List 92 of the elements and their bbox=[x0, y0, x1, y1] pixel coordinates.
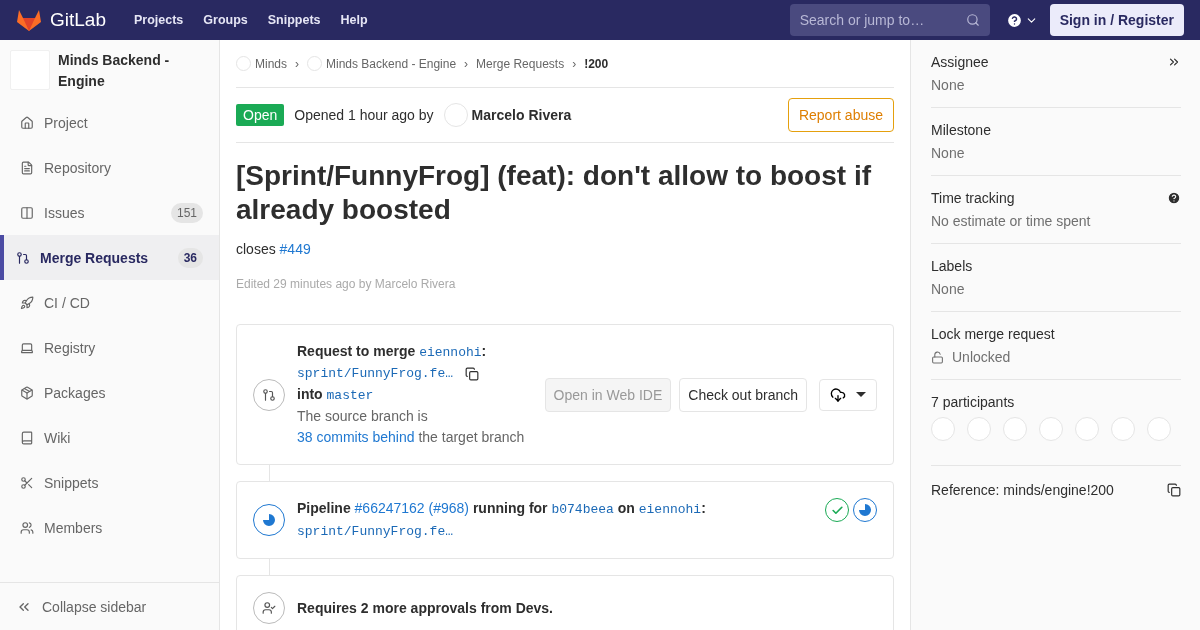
block-value: None bbox=[931, 77, 965, 93]
nav-link[interactable]: Projects bbox=[134, 13, 184, 27]
pipeline-link[interactable]: #66247162 (#968) bbox=[354, 500, 469, 516]
breadcrumb-link[interactable]: Merge Requests bbox=[476, 56, 565, 71]
sidebar-item-label: Packages bbox=[44, 384, 107, 401]
project-name[interactable]: Minds Backend - Engine bbox=[58, 50, 209, 92]
issue-link[interactable]: #449 bbox=[279, 241, 311, 257]
block-title: Time tracking bbox=[931, 190, 1015, 206]
avatar-circle bbox=[443, 103, 468, 127]
breadcrumb-separator: › bbox=[464, 56, 469, 71]
sidebar-item-label: Project bbox=[44, 114, 89, 131]
laptop-icon bbox=[20, 340, 34, 355]
sidebar-item[interactable]: Registry bbox=[0, 325, 219, 370]
logo-text[interactable]: GitLab bbox=[50, 9, 106, 31]
sidebar-item-label: Merge Requests bbox=[40, 249, 150, 266]
sign-in-button[interactable]: Sign in / Register bbox=[1049, 4, 1184, 36]
sidebar-item[interactable]: Issues 151 bbox=[0, 190, 219, 235]
help-icon bbox=[1005, 11, 1023, 29]
sidebar-item-label: Members bbox=[44, 519, 104, 536]
count-badge: 151 bbox=[170, 202, 203, 223]
sidebar-item-label: Repository bbox=[44, 159, 112, 176]
book-icon bbox=[20, 430, 34, 445]
merge-request-text: Request to merge eiennohi: bbox=[297, 342, 488, 362]
edited-text: Edited 29 minutes ago by Marcelo Rivera bbox=[236, 277, 457, 291]
description-text: closes #449 bbox=[236, 241, 312, 257]
running-stage-icon[interactable] bbox=[853, 498, 877, 522]
sidebar-item[interactable]: Members bbox=[0, 505, 219, 550]
block-title: Lock merge request bbox=[931, 326, 1055, 342]
sidebar-item-label: Wiki bbox=[44, 429, 72, 446]
scissors-icon bbox=[20, 475, 34, 490]
sidebar-item[interactable]: Packages bbox=[0, 370, 219, 415]
opened-text: Opened 1 hour ago by bbox=[294, 107, 434, 123]
breadcrumb-link[interactable]: !200 bbox=[584, 56, 609, 71]
sidebar-item-label: Snippets bbox=[44, 474, 100, 491]
issues-icon bbox=[20, 205, 34, 220]
approvals-text: Requires 2 more approvals from Devs. bbox=[297, 600, 553, 616]
sidebar-item[interactable]: Merge Requests 36 bbox=[0, 235, 219, 280]
copy-icon[interactable] bbox=[465, 366, 480, 381]
count-badge: 36 bbox=[177, 247, 203, 268]
breadcrumb-link[interactable]: Minds Backend - Engine bbox=[307, 56, 457, 71]
caret-icon bbox=[856, 392, 866, 397]
help-icon[interactable] bbox=[1167, 191, 1181, 205]
home-icon bbox=[20, 115, 34, 130]
block-value: None bbox=[931, 281, 965, 297]
collapse-sidebar-link[interactable]: Collapse sidebar bbox=[0, 582, 219, 630]
reference-text: Reference: minds/engine!200 bbox=[931, 482, 1114, 498]
merge-request-title: [Sprint/FunnyFrog] (feat): don't allow to boost if already boosted bbox=[236, 159, 872, 227]
report-abuse-button[interactable]: Report abuse bbox=[787, 98, 894, 132]
sidebar-item-label: Issues bbox=[44, 204, 86, 221]
target-branch-text: into master bbox=[297, 385, 375, 405]
branch-behind-text: The source branch is 38 commits behind the target branch bbox=[297, 407, 526, 447]
block-value: Unlocked bbox=[952, 349, 1011, 365]
unlocked-padlock-icon bbox=[931, 350, 944, 364]
copy-icon[interactable] bbox=[1167, 483, 1181, 497]
package-icon bbox=[20, 385, 34, 400]
nav-link[interactable]: Help bbox=[340, 13, 368, 27]
nav-link[interactable]: Groups bbox=[203, 13, 248, 27]
author-link[interactable]: Marcelo Rivera bbox=[471, 107, 572, 123]
fox-logo-icon[interactable] bbox=[16, 8, 42, 32]
download-dropdown[interactable] bbox=[819, 378, 877, 411]
sidebar-item-label: Registry bbox=[44, 339, 97, 356]
merge-request-icon bbox=[16, 250, 30, 265]
sidebar-item[interactable]: Snippets bbox=[0, 460, 219, 505]
breadcrumb-separator: › bbox=[295, 56, 299, 71]
search-field[interactable]: Search or jump to… bbox=[789, 4, 990, 36]
block-value: No estimate or time spent bbox=[931, 213, 1091, 229]
search-icon bbox=[965, 13, 980, 27]
breadcrumb-link[interactable]: Minds bbox=[236, 56, 287, 71]
sidebar-item[interactable]: Wiki bbox=[0, 415, 219, 460]
cloud-download-icon bbox=[830, 386, 846, 403]
expand-sidebar-icon[interactable] bbox=[1167, 55, 1181, 69]
users-icon bbox=[20, 520, 34, 535]
document-icon bbox=[20, 160, 34, 175]
branch-action-button[interactable]: Check out branch bbox=[679, 377, 807, 412]
participants-title: 7 participants bbox=[931, 394, 1016, 410]
sidebar-item[interactable]: Repository bbox=[0, 145, 219, 190]
commits-behind-link[interactable]: 38 commits behind bbox=[297, 429, 415, 445]
help-dropdown[interactable] bbox=[1005, 11, 1038, 29]
status-badge: Open bbox=[236, 104, 285, 126]
block-value: None bbox=[931, 145, 965, 161]
block-title: Assignee bbox=[931, 54, 989, 70]
sidebar-item[interactable]: Project bbox=[0, 100, 219, 145]
rocket-icon bbox=[20, 295, 34, 310]
nav-link[interactable]: Snippets bbox=[267, 13, 321, 27]
block-title: Labels bbox=[931, 258, 973, 274]
passed-stage-icon[interactable] bbox=[825, 498, 849, 522]
sidebar-item-label: CI / CD bbox=[44, 294, 91, 311]
source-branch[interactable]: sprint/FunnyFrog.fe… bbox=[297, 363, 454, 384]
sidebar-item[interactable]: CI / CD bbox=[0, 280, 219, 325]
pipeline-status-text: Pipeline #66247162 (#968) running for b074beea on eiennohi: sprint/FunnyFrog.fe… bbox=[297, 499, 707, 541]
block-title: Milestone bbox=[931, 122, 991, 138]
breadcrumb-separator: › bbox=[572, 56, 577, 71]
